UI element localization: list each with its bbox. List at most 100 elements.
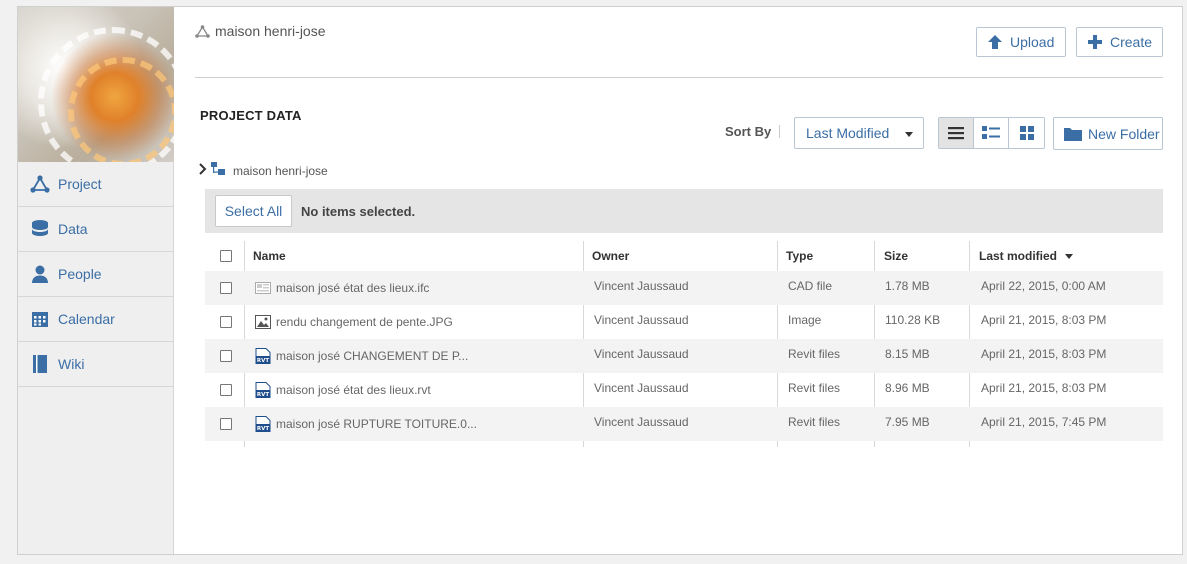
cad-file-icon <box>255 282 271 294</box>
plus-icon <box>1087 34 1103 50</box>
row-checkbox[interactable] <box>220 316 232 328</box>
sidebar-item-people[interactable]: People <box>18 252 173 297</box>
file-owner: Vincent Jaussaud <box>594 381 689 395</box>
file-owner: Vincent Jaussaud <box>594 415 689 429</box>
sidebar-item-label: People <box>58 266 102 282</box>
breadcrumb[interactable]: maison henri-jose <box>195 23 326 39</box>
view-mode-group <box>938 117 1045 149</box>
column-header-modified-label: Last modified <box>979 249 1058 263</box>
file-modified: April 21, 2015, 8:03 PM <box>981 381 1107 395</box>
file-modified: April 21, 2015, 7:45 PM <box>981 415 1107 429</box>
select-all-button[interactable]: Select All <box>215 195 292 227</box>
sidebar: Project Data People Calendar Wiki <box>18 7 174 554</box>
file-name-label: maison josé RUPTURE TOITURE.0... <box>276 417 477 431</box>
sort-select-value: Last Modified <box>806 125 890 141</box>
file-size: 8.15 MB <box>885 347 930 361</box>
sidebar-item-project[interactable]: Project <box>18 162 173 207</box>
folder-tree: maison henri-jose <box>199 162 328 179</box>
new-folder-button[interactable]: New Folder <box>1053 117 1163 150</box>
image-file-icon <box>255 315 271 329</box>
table-row[interactable]: rendu changement de pente.JPG Vincent Ja… <box>205 305 1163 339</box>
chevron-down-icon <box>905 132 913 137</box>
revit-file-icon: RVT <box>255 416 271 432</box>
section-title: PROJECT DATA <box>200 108 302 123</box>
sidebar-item-label: Project <box>58 176 102 192</box>
sidebar-item-wiki[interactable]: Wiki <box>18 342 173 387</box>
file-name-label: maison josé état des lieux.ifc <box>276 281 430 295</box>
file-name[interactable]: rendu changement de pente.JPG <box>255 305 453 339</box>
row-checkbox[interactable] <box>220 350 232 362</box>
file-name[interactable]: RVT maison josé CHANGEMENT DE P... <box>255 339 468 373</box>
header-divider <box>195 77 1163 78</box>
column-header-type[interactable]: Type <box>786 241 813 271</box>
column-header-modified[interactable]: Last modified <box>979 241 1074 271</box>
svg-text:RVT: RVT <box>257 358 269 364</box>
table-header: Name Owner Type Size Last modified <box>205 241 1163 271</box>
selection-status: No items selected. <box>301 204 416 219</box>
row-checkbox[interactable] <box>220 384 232 396</box>
revit-file-icon: RVT <box>255 348 271 364</box>
sort-desc-icon <box>1065 253 1074 259</box>
arrow-up-icon <box>987 34 1003 50</box>
file-name[interactable]: RVT maison josé RUPTURE TOITURE.0... <box>255 407 477 441</box>
chevron-right-icon[interactable] <box>199 163 207 178</box>
table-row[interactable]: RVT maison josé RUPTURE TOITURE.0... Vin… <box>205 407 1163 441</box>
file-name-label: maison josé état des lieux.rvt <box>276 383 431 397</box>
create-label: Create <box>1110 34 1153 50</box>
column-header-owner[interactable]: Owner <box>592 241 629 271</box>
file-type: Revit files <box>788 415 841 429</box>
table-row[interactable]: maison josé état des lieux.ifc Vincent J… <box>205 271 1163 305</box>
file-type: Image <box>788 313 822 327</box>
sidebar-item-data[interactable]: Data <box>18 207 173 252</box>
project-hero-image <box>18 7 174 162</box>
sort-select[interactable]: Last Modified <box>794 117 924 149</box>
calendar-icon <box>30 309 50 329</box>
list-icon <box>948 127 964 140</box>
row-checkbox[interactable] <box>220 282 232 294</box>
column-header-name[interactable]: Name <box>253 241 286 271</box>
create-button[interactable]: Create <box>1076 27 1163 57</box>
sidebar-item-label: Wiki <box>58 356 85 372</box>
file-name-label: maison josé CHANGEMENT DE P... <box>276 349 469 363</box>
file-size: 7.95 MB <box>885 415 930 429</box>
table-row[interactable]: RVT maison josé état des lieux.rvt Vince… <box>205 373 1163 407</box>
file-size: 1.78 MB <box>885 279 930 293</box>
file-owner: Vincent Jaussaud <box>594 279 689 293</box>
revit-file-icon: RVT <box>255 382 271 398</box>
file-size: 110.28 KB <box>885 313 941 327</box>
select-all-checkbox[interactable] <box>220 250 232 262</box>
project-icon <box>195 24 210 38</box>
sidebar-item-calendar[interactable]: Calendar <box>18 297 173 342</box>
upload-label: Upload <box>1010 34 1055 50</box>
list-view-button[interactable] <box>939 118 974 148</box>
grid-view-button[interactable] <box>1009 118 1044 148</box>
main-content: maison henri-jose Upload Create PROJECT … <box>175 7 1183 554</box>
folder-icon <box>1064 127 1082 141</box>
upload-button[interactable]: Upload <box>976 27 1066 57</box>
file-modified: April 22, 2015, 0:00 AM <box>981 279 1106 293</box>
detail-view-button[interactable] <box>974 118 1009 148</box>
file-type: Revit files <box>788 347 841 361</box>
row-checkbox[interactable] <box>220 418 232 430</box>
tree-root-label[interactable]: maison henri-jose <box>233 164 328 178</box>
svg-text:RVT: RVT <box>257 392 269 398</box>
file-name[interactable]: maison josé état des lieux.ifc <box>255 271 429 305</box>
file-name-label: rendu changement de pente.JPG <box>276 315 453 329</box>
sidebar-item-label: Calendar <box>58 311 115 327</box>
book-icon <box>30 354 50 374</box>
file-type: CAD file <box>788 279 833 293</box>
project-icon <box>30 174 50 194</box>
file-owner: Vincent Jaussaud <box>594 347 689 361</box>
svg-text:RVT: RVT <box>257 426 269 432</box>
new-folder-label: New Folder <box>1088 125 1160 142</box>
column-header-size[interactable]: Size <box>884 241 908 271</box>
file-owner: Vincent Jaussaud <box>594 313 689 327</box>
file-type: Revit files <box>788 381 841 395</box>
breadcrumb-label: maison henri-jose <box>215 23 326 39</box>
table-row[interactable]: RVT maison josé CHANGEMENT DE P... Vince… <box>205 339 1163 373</box>
detail-list-icon <box>982 126 1000 139</box>
file-modified: April 21, 2015, 8:03 PM <box>981 347 1107 361</box>
database-icon <box>30 219 50 239</box>
file-name[interactable]: RVT maison josé état des lieux.rvt <box>255 373 431 407</box>
project-tree-icon <box>211 162 225 179</box>
